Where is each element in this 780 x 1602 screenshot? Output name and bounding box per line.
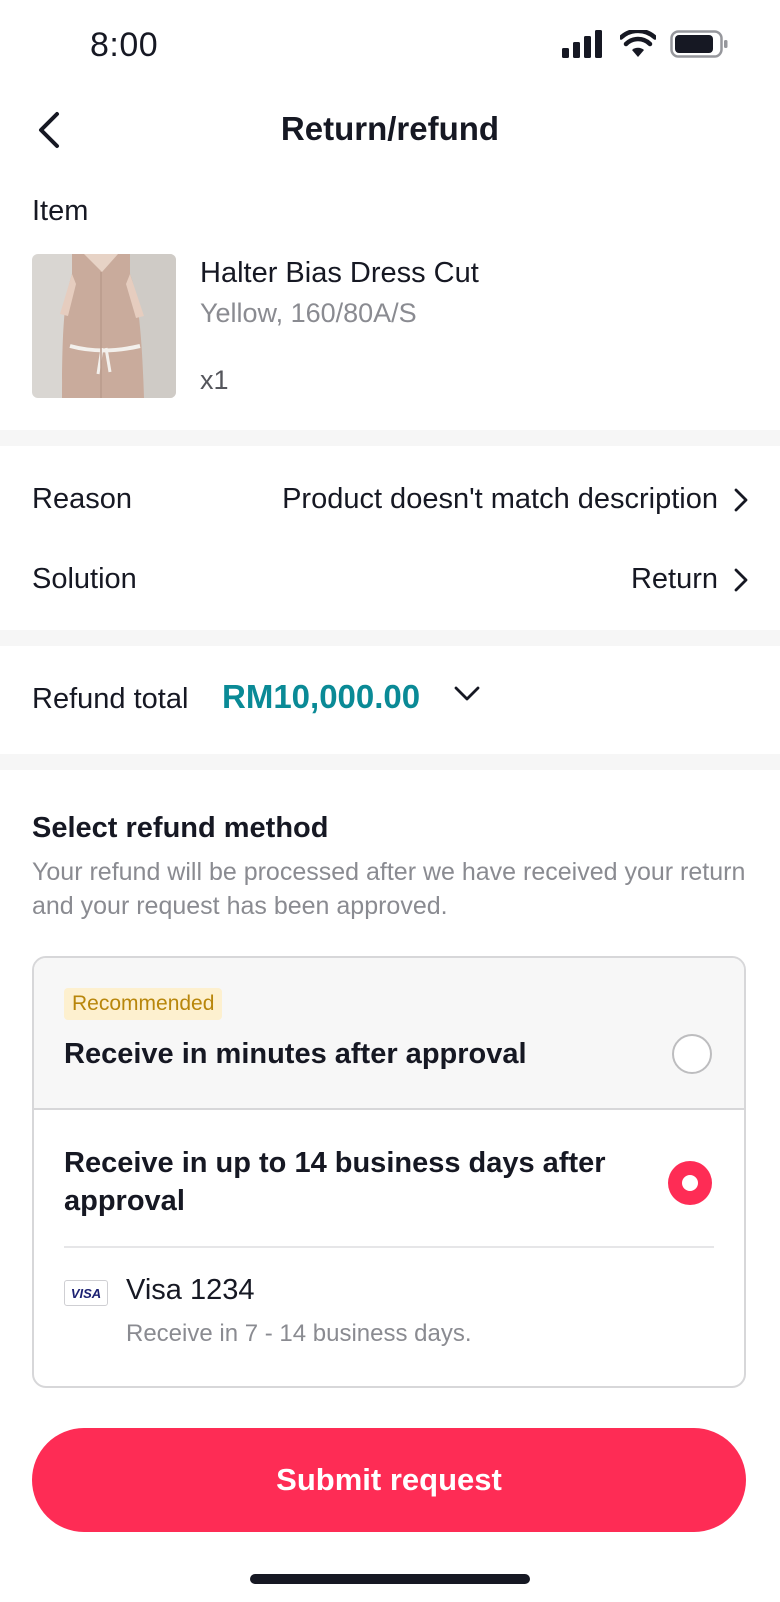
product-image — [32, 254, 176, 398]
visa-card-icon: VISA — [64, 1280, 108, 1306]
chevron-right-icon — [734, 568, 748, 591]
divider — [64, 1246, 714, 1248]
refund-option-fast[interactable]: Recommended Receive in minutes after app… — [34, 958, 744, 1110]
solution-value: Return — [630, 563, 718, 595]
refund-method-card: Recommended Receive in minutes after app… — [32, 956, 746, 1388]
refund-option-label: Receive in up to 14 business days after … — [64, 1147, 606, 1217]
reason-label: Reason — [32, 483, 132, 515]
chevron-right-icon — [734, 488, 748, 511]
submit-request-button[interactable]: Submit request — [32, 1428, 746, 1532]
solution-selector[interactable]: Return — [631, 563, 748, 596]
refund-method-title: Select refund method — [32, 812, 329, 844]
status-time: 8:00 — [90, 26, 159, 64]
product-quantity: x1 — [200, 365, 229, 395]
cellular-signal-icon — [562, 30, 602, 58]
battery-icon — [670, 30, 728, 58]
recommended-badge: Recommended — [64, 988, 223, 1020]
status-icons — [562, 30, 728, 58]
radio-button-selected[interactable] — [668, 1161, 712, 1205]
product-name: Halter Bias Dress Cut — [200, 257, 479, 289]
payment-card-label: Visa 1234 — [126, 1274, 255, 1306]
product-variant: Yellow, 160/80A/S — [200, 298, 417, 328]
chevron-down-icon — [454, 686, 480, 701]
refund-method-description: Your refund will be processed after we h… — [32, 858, 746, 920]
refund-total-label: Refund total — [32, 683, 189, 715]
refund-total-expand-button[interactable] — [454, 686, 480, 707]
refund-total-amount: RM10,000.00 — [222, 678, 421, 715]
reason-value: Product doesn't match description — [282, 483, 718, 515]
solution-label: Solution — [32, 563, 137, 595]
page-title: Return/refund — [280, 110, 500, 147]
section-divider — [0, 754, 780, 770]
payment-card-note: Receive in 7 - 14 business days. — [126, 1320, 472, 1347]
item-section-label: Item — [32, 195, 89, 227]
radio-button-unselected[interactable] — [672, 1034, 712, 1074]
wifi-icon — [620, 30, 656, 57]
section-divider — [0, 630, 780, 646]
refund-option-label: Receive in minutes after approval — [64, 1038, 527, 1070]
home-indicator — [250, 1574, 530, 1584]
reason-selector[interactable]: Product doesn't match description — [282, 483, 748, 516]
section-divider — [0, 430, 780, 446]
